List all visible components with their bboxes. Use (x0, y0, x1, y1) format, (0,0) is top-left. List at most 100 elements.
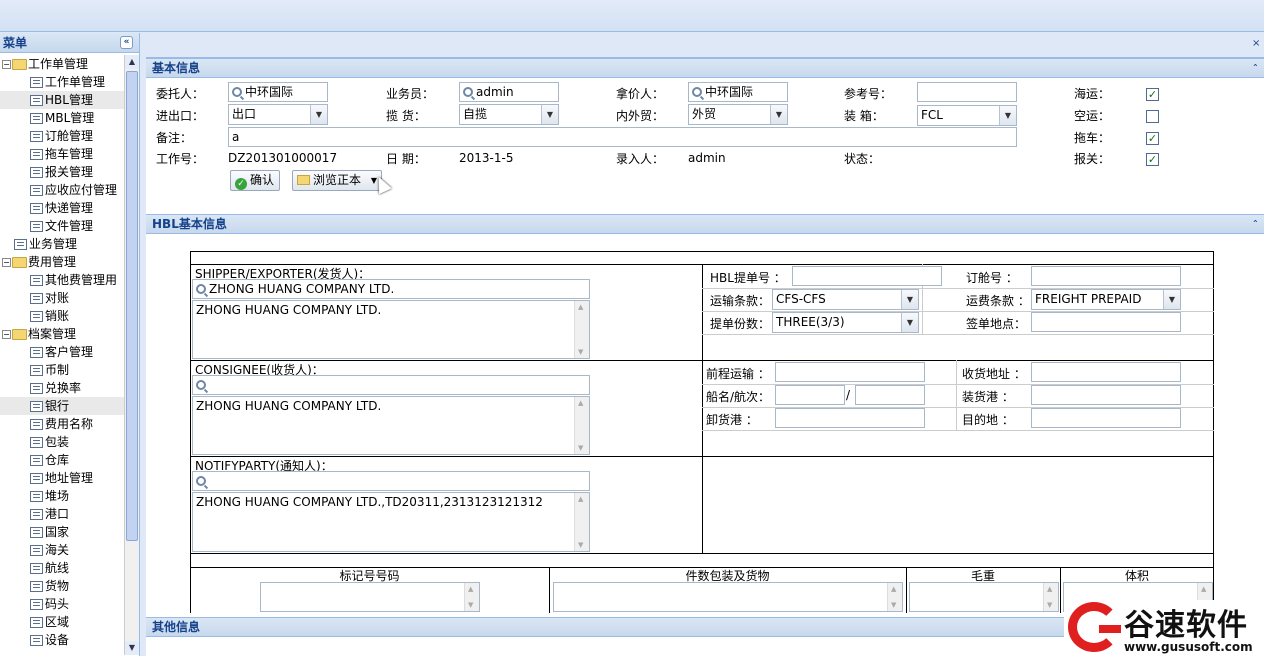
hbl-no-input[interactable] (792, 266, 942, 286)
freight-terms-select[interactable]: FREIGHT PREPAID ▼ (1031, 289, 1181, 310)
sidebar-item[interactable]: 对账 (0, 289, 124, 307)
customs-checkbox[interactable]: ✓ (1146, 153, 1159, 166)
sidebar-item[interactable]: 堆场 (0, 487, 124, 505)
truck-checkbox[interactable]: ✓ (1146, 132, 1159, 145)
destination-input[interactable] (1031, 408, 1181, 428)
sidebar-item[interactable]: 订舱管理 (0, 127, 124, 145)
collapse-sidebar-button[interactable]: « (120, 36, 133, 49)
voyage-input[interactable] (855, 385, 925, 405)
textarea-scrollbar[interactable] (574, 397, 589, 454)
vessel-input[interactable] (775, 385, 845, 405)
dropdown-arrow-icon[interactable]: ▼ (310, 105, 327, 124)
salesman-input[interactable]: admin (459, 82, 559, 102)
packing-select[interactable]: FCL ▼ (917, 105, 1017, 126)
receipt-place-input[interactable] (1031, 362, 1181, 382)
trade-type-select[interactable]: 外贸 ▼ (688, 104, 788, 125)
solicit-select[interactable]: 自揽 ▼ (459, 104, 559, 125)
sidebar-item[interactable]: 快递管理 (0, 199, 124, 217)
booking-no-input[interactable] (1031, 266, 1181, 286)
sidebar-item[interactable]: − 费用管理 (0, 253, 124, 271)
tree-toggle-icon[interactable]: − (2, 60, 11, 69)
sidebar-item[interactable]: 银行 (0, 397, 124, 415)
sidebar-item[interactable]: 港口 (0, 505, 124, 523)
search-icon[interactable] (692, 87, 702, 97)
dropdown-arrow-icon[interactable]: ▼ (1163, 290, 1180, 309)
notify-textarea[interactable]: ZHONG HUANG COMPANY LTD.,TD20311,2313123… (192, 492, 590, 552)
dropdown-arrow-icon[interactable]: ▼ (999, 106, 1016, 125)
scrollbar-thumb[interactable] (126, 71, 138, 541)
consignee-search-input[interactable] (192, 375, 590, 395)
sidebar-scrollbar[interactable]: ▲ ▼ (124, 55, 139, 655)
dropdown-arrow-icon[interactable]: ▼ (541, 105, 558, 124)
notify-search-input[interactable] (192, 471, 590, 491)
consignee-textarea[interactable]: ZHONG HUANG COMPANY LTD. (192, 396, 590, 455)
pre-carriage-input[interactable] (775, 362, 925, 382)
client-input[interactable]: 中环国际 (228, 82, 328, 102)
marks-textarea[interactable] (260, 582, 480, 612)
confirm-button[interactable]: ✓ 确认 (230, 170, 280, 191)
sidebar-item[interactable]: 费用名称 (0, 415, 124, 433)
shipper-textarea[interactable]: ZHONG HUANG COMPANY LTD. (192, 300, 590, 359)
sidebar-item[interactable]: 兑换率 (0, 379, 124, 397)
issue-place-input[interactable] (1031, 312, 1181, 332)
sidebar-item[interactable]: MBL管理 (0, 109, 124, 127)
sidebar-item[interactable]: 包装 (0, 433, 124, 451)
hbl-info-header[interactable]: HBL基本信息 ⌃ (146, 214, 1264, 234)
search-icon[interactable] (463, 87, 473, 97)
tree-toggle-icon[interactable]: − (2, 258, 11, 267)
pricer-input[interactable]: 中环国际 (688, 82, 788, 102)
dropdown-arrow-icon[interactable]: ▼ (901, 313, 918, 332)
goods-textarea[interactable] (553, 582, 903, 612)
scroll-up-icon[interactable]: ▲ (125, 55, 139, 69)
sidebar-item[interactable]: 仓库 (0, 451, 124, 469)
sidebar-item[interactable]: HBL管理 (0, 91, 124, 109)
scroll-down-icon[interactable]: ▼ (125, 641, 139, 655)
shipper-search-input[interactable]: ZHONG HUANG COMPANY LTD. (192, 279, 590, 299)
sidebar-item[interactable]: 文件管理 (0, 217, 124, 235)
sidebar-item[interactable]: 海关 (0, 541, 124, 559)
sidebar-item[interactable]: − 工作单管理 (0, 55, 124, 73)
basic-info-header[interactable]: 基本信息 ⌃ (146, 58, 1264, 78)
sidebar-item[interactable]: 地址管理 (0, 469, 124, 487)
sidebar-item[interactable]: 区域 (0, 613, 124, 631)
air-label: 空运： (1074, 109, 1111, 123)
browse-original-button[interactable]: 浏览正本 ▼ (292, 170, 382, 191)
sea-checkbox[interactable]: ✓ (1146, 88, 1159, 101)
sidebar-item[interactable]: 客户管理 (0, 343, 124, 361)
sidebar-item[interactable]: 货物 (0, 577, 124, 595)
search-icon[interactable] (196, 380, 206, 390)
discharge-port-input[interactable] (775, 408, 925, 428)
sidebar-item[interactable]: 国家 (0, 523, 124, 541)
sidebar-item[interactable]: 拖车管理 (0, 145, 124, 163)
sidebar-item[interactable]: − 档案管理 (0, 325, 124, 343)
weight-textarea[interactable] (909, 582, 1059, 612)
textarea-scrollbar[interactable] (574, 301, 589, 358)
sidebar-item[interactable]: 应收应付管理 (0, 181, 124, 199)
dropdown-arrow-icon[interactable]: ▼ (770, 105, 787, 124)
sidebar-item[interactable]: 币制 (0, 361, 124, 379)
search-icon[interactable] (196, 476, 206, 486)
loading-port-input[interactable] (1031, 385, 1181, 405)
sidebar-item[interactable]: 销账 (0, 307, 124, 325)
tree-toggle-icon[interactable]: − (2, 330, 11, 339)
sidebar-item[interactable]: 码头 (0, 595, 124, 613)
transport-terms-select[interactable]: CFS-CFS ▼ (772, 289, 919, 310)
bl-copies-select[interactable]: THREE(3/3) ▼ (772, 312, 919, 333)
sidebar-item[interactable]: 设备 (0, 631, 124, 649)
sidebar-item[interactable]: 工作单管理 (0, 73, 124, 91)
collapse-icon[interactable]: ⌃ (1252, 63, 1262, 73)
import-export-select[interactable]: 出口 ▼ (228, 104, 328, 125)
air-checkbox[interactable] (1146, 110, 1159, 123)
close-icon[interactable]: × (1252, 38, 1264, 51)
sidebar-item[interactable]: 其他费管理用 (0, 271, 124, 289)
remark-input[interactable]: a (228, 127, 1017, 147)
sidebar-item[interactable]: 报关管理 (0, 163, 124, 181)
sidebar-item[interactable]: 业务管理 (0, 235, 124, 253)
search-icon[interactable] (196, 284, 206, 294)
textarea-scrollbar[interactable] (574, 493, 589, 551)
search-icon[interactable] (232, 87, 242, 97)
sidebar-item[interactable]: 航线 (0, 559, 124, 577)
collapse-icon[interactable]: ⌃ (1252, 219, 1262, 229)
reference-input[interactable] (917, 82, 1017, 102)
dropdown-arrow-icon[interactable]: ▼ (901, 290, 918, 309)
